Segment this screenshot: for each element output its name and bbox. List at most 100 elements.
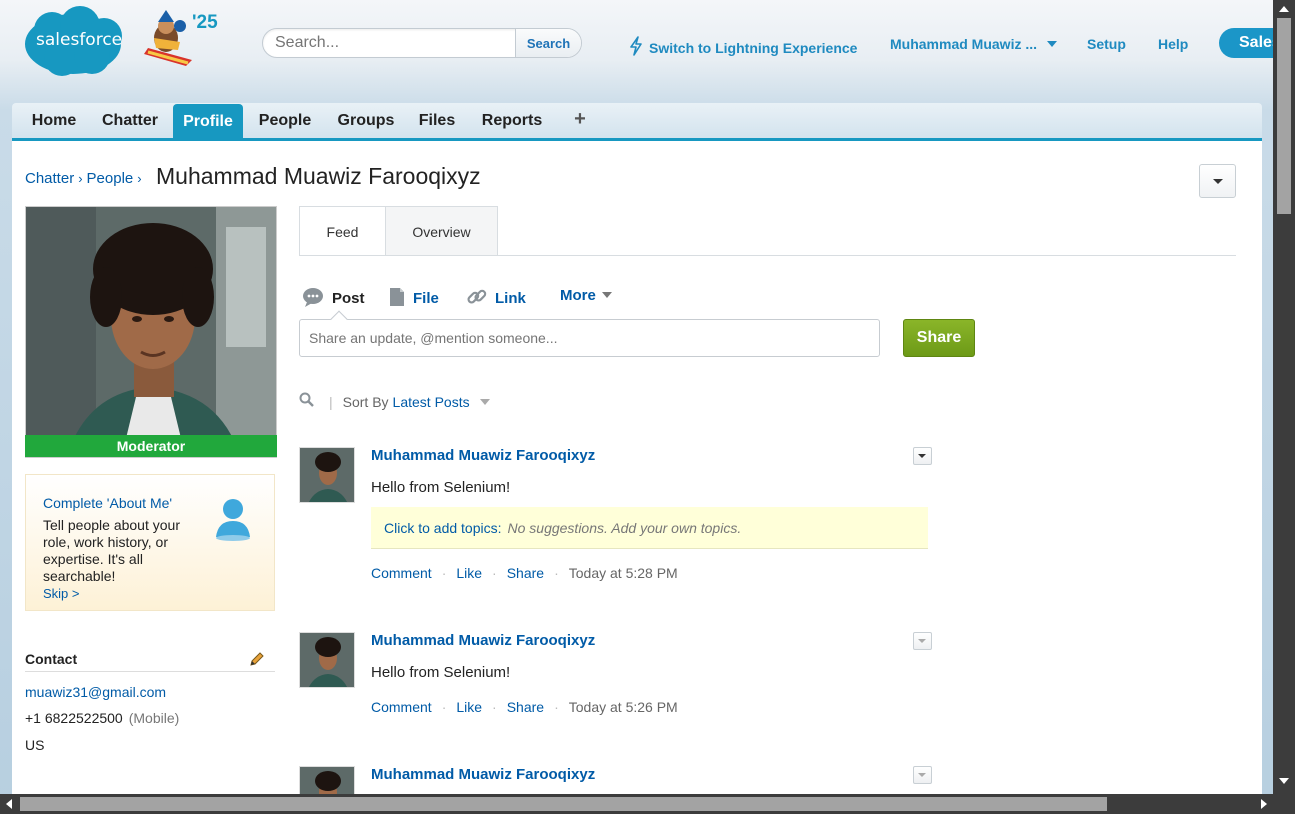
release-mascot-image: '25 xyxy=(140,8,222,70)
complete-about-me-link[interactable]: Complete 'About Me' xyxy=(43,495,172,511)
tab-chatter[interactable]: Chatter xyxy=(92,103,168,138)
breadcrumb-people[interactable]: People xyxy=(87,170,134,187)
post-actions: Comment · Like · Share · Today at 5:26 PM xyxy=(371,699,678,715)
tab-files[interactable]: Files xyxy=(410,103,464,138)
scrollbar-corner xyxy=(1273,794,1295,814)
add-tab-button[interactable]: + xyxy=(566,103,594,138)
author-avatar[interactable] xyxy=(299,447,355,503)
help-link[interactable]: Help xyxy=(1158,36,1188,52)
publisher-more[interactable]: More xyxy=(560,287,612,304)
file-label: File xyxy=(413,290,439,307)
chevron-down-icon xyxy=(918,773,926,777)
post-author[interactable]: Muhammad Muawiz Farooqixyz xyxy=(371,447,595,464)
tab-people[interactable]: People xyxy=(250,103,320,138)
moderator-badge: Moderator xyxy=(25,435,277,457)
chat-bubble-icon xyxy=(303,288,323,307)
about-me-description: Tell people about your role, work histor… xyxy=(43,517,180,584)
scroll-down-icon[interactable] xyxy=(1279,778,1289,784)
scroll-left-icon[interactable] xyxy=(6,799,12,809)
breadcrumb: Chatter › People › xyxy=(25,170,146,187)
post-author[interactable]: Muhammad Muawiz Farooqixyz xyxy=(371,766,595,783)
tab-feed[interactable]: Feed xyxy=(299,206,386,256)
sort-by-label: Sort By xyxy=(342,394,389,410)
like-link[interactable]: Like xyxy=(456,699,482,715)
global-header: salesforce '25 Search Switch to Lightnin… xyxy=(0,0,1289,100)
about-me-prompt: Complete 'About Me' Tell people about yo… xyxy=(25,474,275,611)
breadcrumb-chatter[interactable]: Chatter xyxy=(25,170,74,187)
share-update-input[interactable] xyxy=(299,319,880,357)
lightning-bolt-icon xyxy=(630,36,642,56)
topics-bar: Click to add topics: No suggestions. Add … xyxy=(371,507,928,549)
scrollbar-thumb[interactable] xyxy=(1277,18,1291,214)
tab-overview[interactable]: Overview xyxy=(385,206,498,256)
author-avatar[interactable] xyxy=(299,766,355,794)
topics-note: No suggestions. Add your own topics. xyxy=(507,520,742,536)
sort-dropdown[interactable]: Latest Posts xyxy=(393,394,490,410)
feed-item: Muhammad Muawiz Farooqixyz Hello from Se… xyxy=(299,632,939,722)
share-link[interactable]: Share xyxy=(507,699,544,715)
share-link[interactable]: Share xyxy=(507,565,544,581)
contact-email[interactable]: muawiz31@gmail.com xyxy=(25,684,166,700)
feed-sort-bar: | Sort By Latest Posts xyxy=(299,392,490,410)
link-chain-icon xyxy=(467,289,487,304)
divider xyxy=(299,255,1236,256)
post-label: Post xyxy=(332,290,365,307)
search-input[interactable] xyxy=(263,29,515,57)
feed-item: Muhammad Muawiz Farooqixyz xyxy=(299,766,939,794)
like-link[interactable]: Like xyxy=(456,565,482,581)
post-author[interactable]: Muhammad Muawiz Farooqixyz xyxy=(371,632,595,649)
horizontal-scrollbar[interactable] xyxy=(0,794,1273,814)
share-button[interactable]: Share xyxy=(903,319,975,357)
chevron-down-icon xyxy=(479,399,490,405)
publisher-post[interactable]: Post xyxy=(302,287,365,307)
profile-photo[interactable] xyxy=(25,206,277,458)
logo-text: salesforce xyxy=(36,30,123,50)
phone-number: +1 6822522500 xyxy=(25,710,123,726)
tab-groups[interactable]: Groups xyxy=(328,103,404,138)
author-avatar[interactable] xyxy=(299,632,355,688)
search-icon[interactable] xyxy=(299,392,315,408)
post-timestamp: Today at 5:26 PM xyxy=(568,699,678,715)
salesforce-logo[interactable]: salesforce xyxy=(22,6,124,76)
contact-phone: +1 6822522500 (Mobile) xyxy=(25,710,179,726)
global-search: Search xyxy=(262,28,582,58)
vertical-scrollbar[interactable] xyxy=(1273,0,1295,814)
chevron-down-icon xyxy=(1213,179,1223,184)
page-title: Muhammad Muawiz Farooqixyz xyxy=(156,163,481,189)
comment-link[interactable]: Comment xyxy=(371,565,432,581)
release-badge: '25 xyxy=(192,12,218,33)
publisher-link[interactable]: Link xyxy=(467,287,526,307)
search-button[interactable]: Search xyxy=(515,29,581,57)
divider xyxy=(25,671,275,672)
edit-pencil-icon[interactable] xyxy=(249,651,265,667)
scroll-up-icon[interactable] xyxy=(1279,6,1289,12)
setup-link[interactable]: Setup xyxy=(1087,36,1126,52)
skip-link[interactable]: Skip > xyxy=(43,586,80,601)
comment-link[interactable]: Comment xyxy=(371,699,432,715)
add-topics-link[interactable]: Click to add topics: xyxy=(384,520,502,536)
tab-profile[interactable]: Profile xyxy=(173,104,243,138)
chevron-down-icon xyxy=(918,639,926,643)
phone-type: (Mobile) xyxy=(128,710,180,726)
scroll-right-icon[interactable] xyxy=(1261,799,1267,809)
post-menu-dropdown[interactable] xyxy=(913,632,932,650)
switch-lightning-link[interactable]: Switch to Lightning Experience xyxy=(629,36,857,56)
scrollbar-thumb[interactable] xyxy=(20,797,1107,811)
post-menu-dropdown[interactable] xyxy=(913,766,932,784)
person-icon xyxy=(216,499,250,541)
post-body: Hello from Selenium! xyxy=(371,664,511,681)
chevron-right-icon: › xyxy=(137,171,142,186)
feed-item: Muhammad Muawiz Farooqixyz Hello from Se… xyxy=(299,447,939,587)
tab-reports[interactable]: Reports xyxy=(474,103,550,138)
post-actions: Comment · Like · Share · Today at 5:28 PM xyxy=(371,565,678,581)
post-menu-dropdown[interactable] xyxy=(913,447,932,465)
profile-page: Chatter › People › Muhammad Muawiz Farooqix… xyxy=(12,141,1262,814)
post-body: Hello from Selenium! xyxy=(371,479,511,496)
publisher-file[interactable]: File xyxy=(389,287,439,307)
tab-home[interactable]: Home xyxy=(20,103,88,138)
contact-heading: Contact xyxy=(25,651,78,667)
chevron-right-icon: › xyxy=(78,171,83,186)
page-actions-dropdown[interactable] xyxy=(1199,164,1236,198)
user-menu[interactable]: Muhammad Muawiz ... xyxy=(890,36,1058,52)
sort-value: Latest Posts xyxy=(392,394,470,410)
